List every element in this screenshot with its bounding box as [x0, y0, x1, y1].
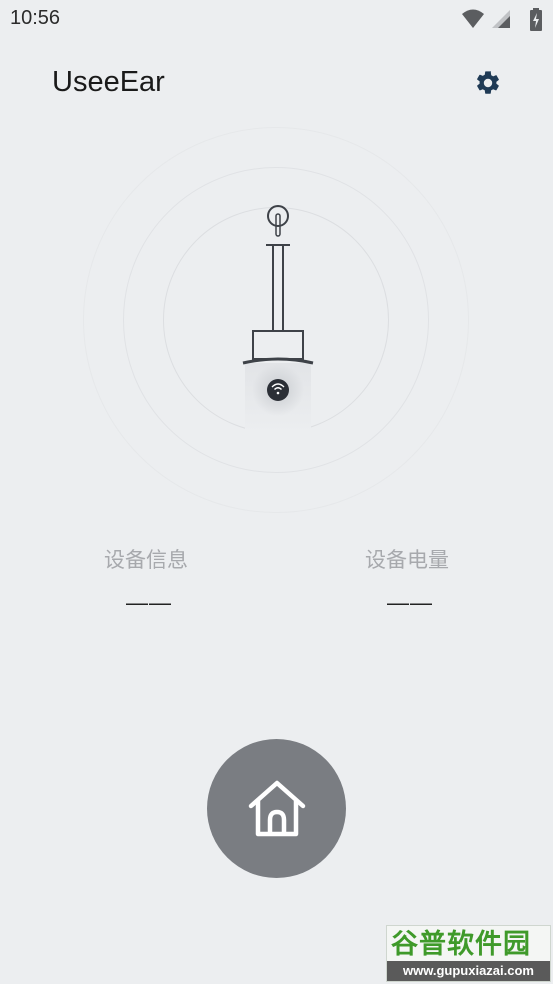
battery-charging-icon	[530, 8, 542, 31]
device-collar	[252, 330, 304, 360]
home-button[interactable]	[207, 739, 346, 878]
watermark: 谷普软件园 www.gupuxiazai.com	[386, 925, 551, 982]
status-time: 10:56	[10, 7, 61, 29]
watermark-brand: 谷普软件园	[391, 929, 531, 959]
home-icon	[248, 780, 305, 836]
battery-label: 设备电量	[365, 549, 449, 572]
probe-stem	[272, 244, 284, 332]
watermark-url: www.gupuxiazai.com	[387, 961, 550, 981]
otoscope-device-illustration	[242, 205, 314, 433]
status-dot	[267, 379, 289, 401]
wifi-icon	[462, 9, 484, 28]
battery-value: ——	[387, 590, 433, 615]
gear-icon	[477, 71, 499, 94]
settings-button[interactable]	[469, 64, 507, 102]
device-info-label: 设备信息	[104, 549, 188, 572]
probe-tip	[267, 205, 289, 227]
app-title: UseeEar	[52, 66, 165, 98]
device-top-edge	[242, 357, 314, 365]
status-bar: 10:56	[0, 0, 553, 40]
device-info-value: ——	[126, 590, 172, 615]
device-visual	[83, 127, 469, 513]
cell-signal-icon	[492, 10, 510, 28]
